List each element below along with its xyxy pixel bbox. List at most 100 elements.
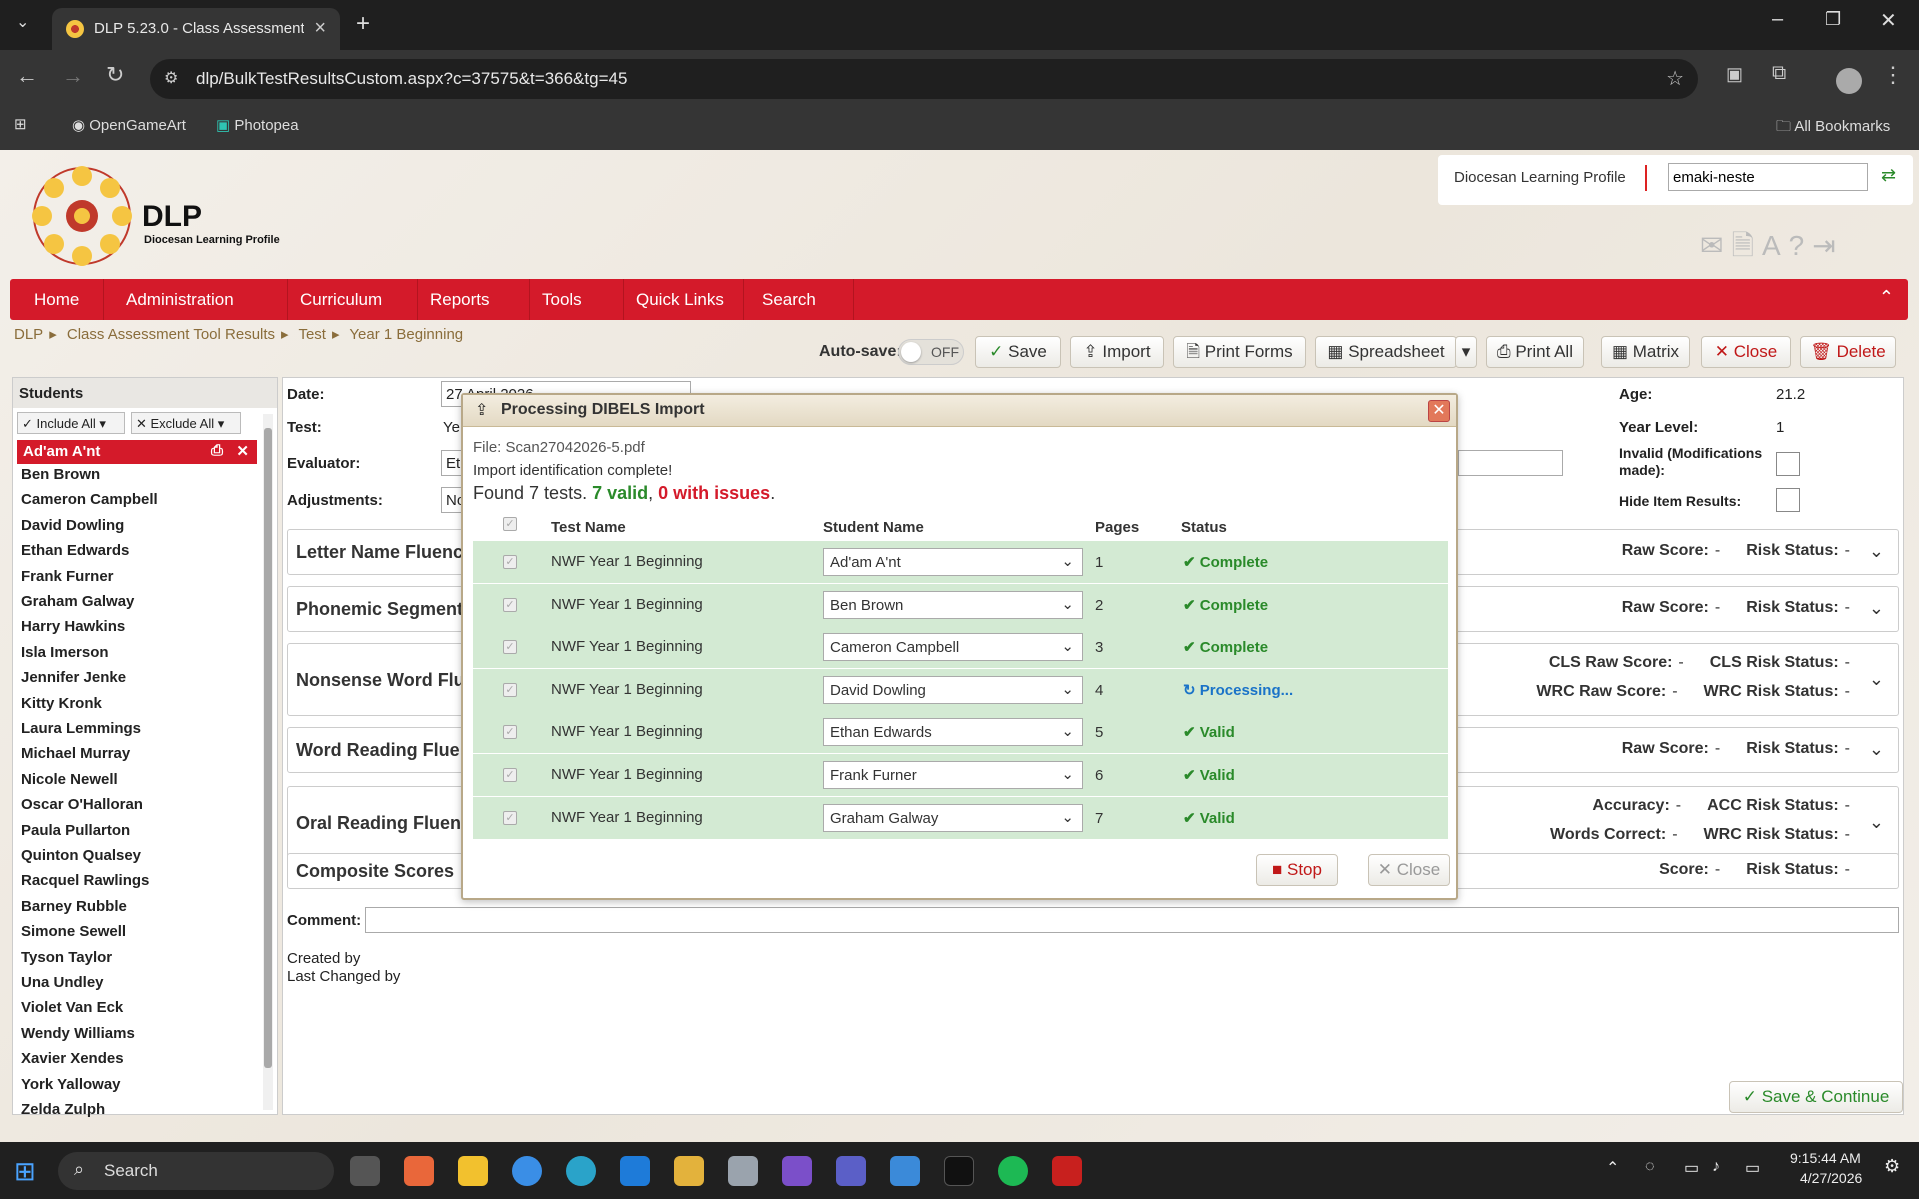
menu-search[interactable]: Search <box>744 279 854 320</box>
student-list-item[interactable]: Quinton Qualsey <box>21 847 141 864</box>
forward-icon[interactable]: → <box>62 63 84 89</box>
help-icon[interactable]: ? <box>1789 230 1813 261</box>
matrix-button[interactable]: ▦ Matrix <box>1601 336 1690 368</box>
student-list-item[interactable]: Violet Van Eck <box>21 999 123 1016</box>
app-icon-3[interactable] <box>674 1156 704 1186</box>
reload-icon[interactable]: ↻ <box>106 62 124 88</box>
spellcheck-icon[interactable]: A <box>1762 230 1789 261</box>
app-icon-4[interactable] <box>728 1156 758 1186</box>
student-list-item[interactable]: Ethan Edwards <box>21 542 129 559</box>
student-list-item[interactable]: Paula Pullarton <box>21 822 130 839</box>
student-list-item[interactable]: Laura Lemmings <box>21 720 141 737</box>
acrobat-icon[interactable] <box>1052 1156 1082 1186</box>
student-select[interactable]: Ethan Edwards ⌄ <box>823 718 1083 747</box>
student-list-item[interactable]: Racquel Rawlings <box>21 872 149 889</box>
extension-icon[interactable]: ▣ <box>1726 64 1743 85</box>
teams-icon[interactable] <box>836 1156 866 1186</box>
menu-quick-links[interactable]: Quick Links <box>624 279 744 320</box>
student-list-item[interactable]: Isla Imerson <box>21 644 109 661</box>
logout-icon[interactable]: ⇥ <box>1812 230 1843 261</box>
spreadsheet-button[interactable]: ▦ Spreadsheet <box>1315 336 1457 368</box>
dialog-close-icon[interactable]: ✕ <box>1428 400 1450 422</box>
student-list-item[interactable]: Jennifer Jenke <box>21 669 126 686</box>
student-list-item[interactable]: Barney Rubble <box>21 898 127 915</box>
user-field[interactable] <box>1668 163 1868 191</box>
notifications-icon[interactable]: ⚙ <box>1884 1156 1900 1177</box>
bookmark-photopea[interactable]: ▣ Photopea <box>216 116 299 134</box>
taskbar-search[interactable]: ⌕ Search <box>58 1152 334 1190</box>
student-list-item[interactable]: Ben Brown <box>21 466 100 483</box>
photos-icon[interactable] <box>890 1156 920 1186</box>
student-list-item[interactable]: Cameron Campbell <box>21 491 158 508</box>
task-view-icon[interactable] <box>350 1156 380 1186</box>
scroll-thumb[interactable] <box>264 428 272 1068</box>
spreadsheet-dropdown[interactable]: ▾ <box>1455 336 1477 368</box>
url-bar[interactable]: ⚙ dlp/BulkTestResultsCustom.aspx?c=37575… <box>150 59 1698 99</box>
delete-button[interactable]: 🗑 Delete <box>1800 336 1896 368</box>
select-all-checkbox[interactable]: ✓ <box>503 517 517 531</box>
evaluator-field-end[interactable] <box>1458 450 1563 476</box>
student-list-item[interactable]: Michael Murray <box>21 745 130 762</box>
app-icon-1[interactable] <box>404 1156 434 1186</box>
browser-tab[interactable]: DLP 5.23.0 - Class Assessment T × <box>52 8 340 50</box>
battery-icon[interactable]: ▭ <box>1745 1158 1760 1178</box>
student-list-item[interactable]: Simone Sewell <box>21 923 126 940</box>
window-close-icon[interactable]: ✕ <box>1880 8 1897 33</box>
menu-curriculum[interactable]: Curriculum <box>288 279 418 320</box>
spotify-icon[interactable] <box>998 1156 1028 1186</box>
save-continue-button[interactable]: ✓ Save & Continue <box>1729 1081 1903 1113</box>
menu-reports[interactable]: Reports <box>418 279 530 320</box>
apps-grid-icon[interactable]: ⊞ <box>14 115 27 133</box>
student-list-item[interactable]: Kitty Kronk <box>21 695 102 712</box>
app-icon-2[interactable] <box>620 1156 650 1186</box>
expand-chevron-icon[interactable]: ⌄ <box>1869 598 1884 619</box>
menu-tools[interactable]: Tools <box>530 279 624 320</box>
expand-chevron-icon[interactable]: ⌄ <box>1869 541 1884 562</box>
student-list-item[interactable]: Graham Galway <box>21 593 134 610</box>
student-select[interactable]: Ad'am A'nt ⌄ <box>823 548 1083 576</box>
clock-date[interactable]: 4/27/2026 <box>1800 1170 1862 1186</box>
switch-user-icon[interactable]: ⇄ <box>1881 165 1896 186</box>
student-list-item[interactable]: Una Undley <box>21 974 104 991</box>
profile-avatar[interactable] <box>1836 68 1862 94</box>
autosave-toggle[interactable]: OFF <box>898 339 964 365</box>
include-all-button[interactable]: ✓ Include All ▾ <box>17 412 125 434</box>
row-checkbox[interactable]: ✓ <box>503 597 517 612</box>
tray-icon[interactable]: ◌ <box>1645 1158 1655 1176</box>
student-list-item[interactable]: Tyson Taylor <box>21 949 112 966</box>
student-select[interactable]: David Dowling ⌄ <box>823 675 1083 704</box>
expand-chevron-icon[interactable]: ⌄ <box>1869 669 1884 690</box>
student-select[interactable]: Cameron Campbell ⌄ <box>823 633 1083 662</box>
exclude-all-button[interactable]: ✕ Exclude All ▾ <box>131 412 241 434</box>
restore-icon[interactable]: ❐ <box>1825 9 1841 30</box>
student-list-item[interactable]: David Dowling <box>21 517 124 534</box>
student-select[interactable]: Graham Galway ⌄ <box>823 803 1083 832</box>
stop-button[interactable]: ■ Stop <box>1256 854 1338 886</box>
extensions-puzzle-icon[interactable]: ⧉ <box>1772 62 1786 85</box>
bookmark-opengameart[interactable]: ◉ OpenGameArt <box>72 116 186 134</box>
student-list-item[interactable]: Harry Hawkins <box>21 618 125 635</box>
tab-list-icon[interactable]: ⌄ <box>16 12 29 32</box>
invalid-checkbox[interactable] <box>1776 452 1800 476</box>
row-checkbox[interactable]: ✓ <box>503 682 517 697</box>
save-button[interactable]: ✓ Save <box>975 336 1061 368</box>
student-list-item[interactable]: Xavier Xendes <box>21 1050 124 1067</box>
all-bookmarks[interactable]: 🗀 All Bookmarks <box>1776 116 1890 141</box>
import-button[interactable]: ⇪ Import <box>1070 336 1164 368</box>
close-tab-icon[interactable]: × <box>314 17 326 40</box>
student-list-item[interactable]: Nicole Newell <box>21 771 118 788</box>
volume-icon[interactable]: ♪ <box>1712 1158 1720 1176</box>
tray-chevron-icon[interactable]: ⌃ <box>1606 1158 1619 1178</box>
menu-administration[interactable]: Administration <box>104 279 288 320</box>
remove-icon[interactable]: ✕ <box>236 442 249 460</box>
print-all-button[interactable]: ⎙ Print All <box>1486 336 1584 368</box>
edge-icon[interactable] <box>566 1156 596 1186</box>
hide-items-checkbox[interactable] <box>1776 488 1800 512</box>
row-checkbox[interactable]: ✓ <box>503 640 517 655</box>
document-icon[interactable]: 🗎 <box>1731 230 1762 261</box>
network-icon[interactable]: ▭ <box>1684 1158 1699 1178</box>
row-checkbox[interactable]: ✓ <box>503 725 517 740</box>
visual-studio-icon[interactable] <box>782 1156 812 1186</box>
collapse-menu-icon[interactable]: ⌃ <box>1879 287 1894 308</box>
back-icon[interactable]: ← <box>16 63 38 89</box>
